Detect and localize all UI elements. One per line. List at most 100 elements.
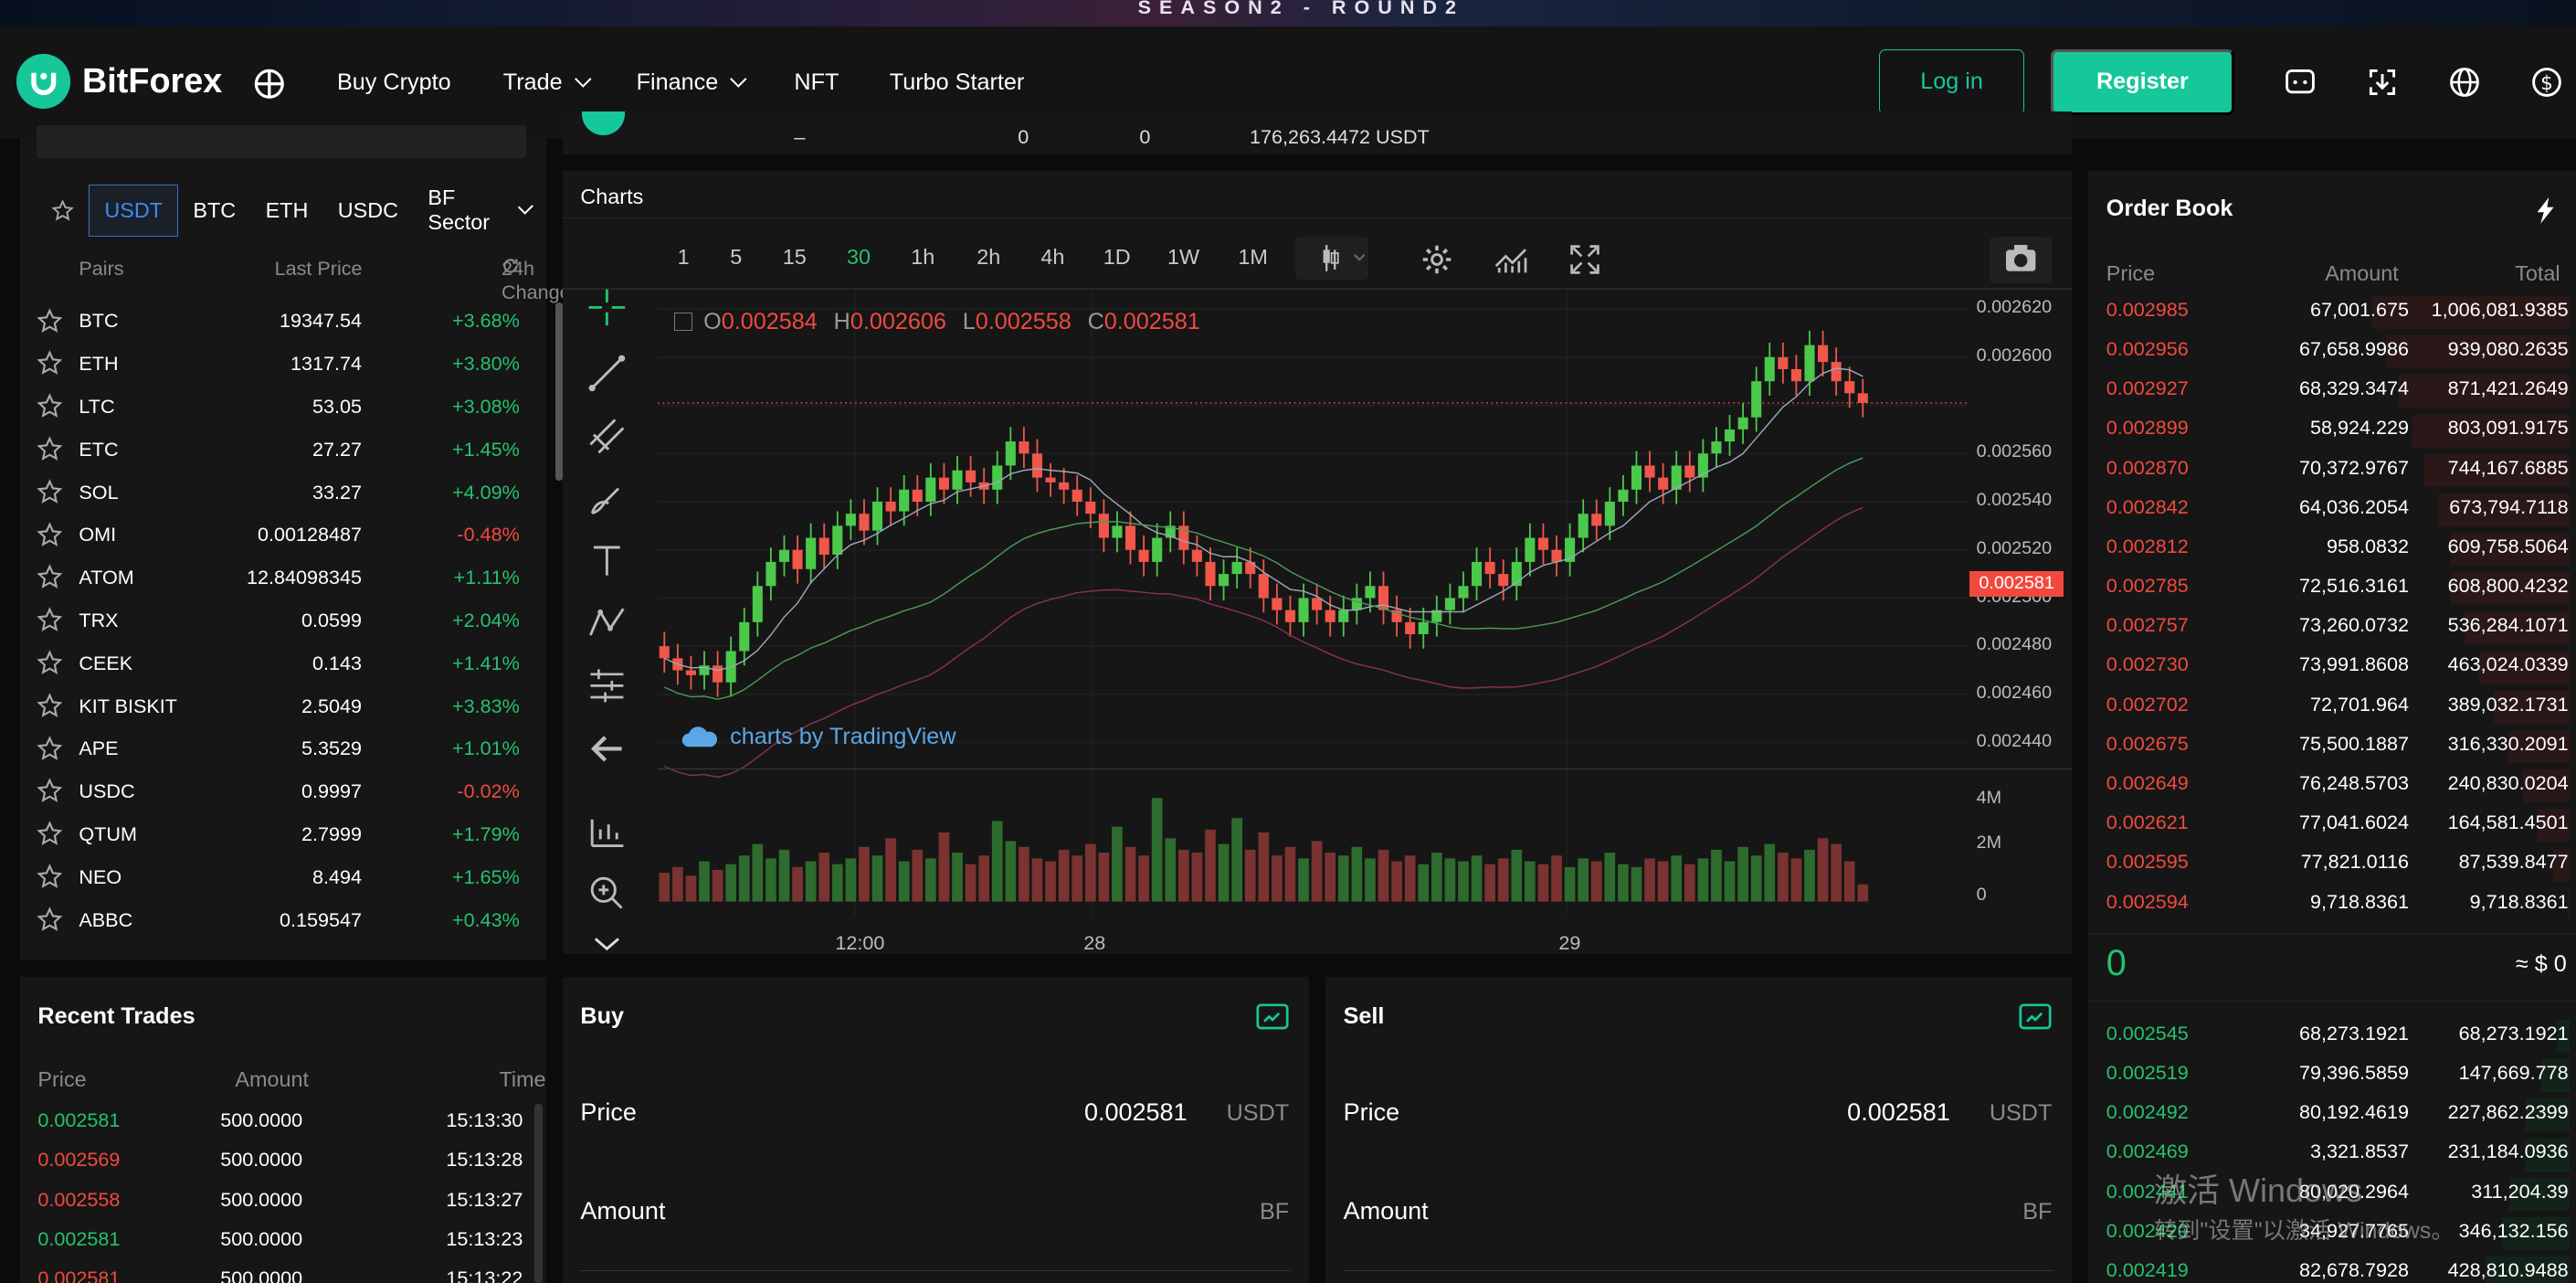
collapse-icon[interactable] xyxy=(673,313,692,332)
register-button[interactable]: Register xyxy=(2050,48,2235,115)
timeframe-4h[interactable]: 4h xyxy=(1040,245,1064,270)
sell-amount-input[interactable] xyxy=(1343,1269,2054,1283)
nav-turbo-starter[interactable]: Turbo Starter xyxy=(890,69,1024,96)
zoom-in-icon[interactable] xyxy=(586,872,628,915)
nav-nft[interactable]: NFT xyxy=(794,69,839,96)
trend-line-icon[interactable] xyxy=(586,352,628,395)
fullscreen-icon[interactable] xyxy=(1568,243,1601,276)
currency-icon[interactable]: $ xyxy=(2530,66,2563,99)
brush-icon[interactable] xyxy=(586,477,628,520)
star-icon[interactable] xyxy=(36,735,63,762)
ask-row[interactable]: 0.002594 9,718.8361 9,718.8361 xyxy=(2088,885,2576,924)
timeframe-15[interactable]: 15 xyxy=(783,245,807,270)
star-icon[interactable] xyxy=(36,436,63,462)
search-input[interactable] xyxy=(36,124,526,158)
ask-row[interactable]: 0.002757 73,260.0732 536,284.1071 xyxy=(2088,609,2576,648)
star-icon[interactable] xyxy=(36,607,63,633)
promo-banner[interactable]: SEASON2 - ROUND2 xyxy=(0,0,2576,27)
nav-finance[interactable]: Finance xyxy=(637,69,747,96)
timeframe-2h[interactable]: 2h xyxy=(977,245,1000,270)
fib-tool-icon[interactable] xyxy=(586,415,628,458)
bid-row[interactable]: 0.002519 79,396.5859 147,669.778 xyxy=(2088,1056,2576,1096)
pattern-icon[interactable] xyxy=(586,602,628,645)
tab-eth[interactable]: ETH xyxy=(250,185,322,238)
col-pairs[interactable]: Pairs xyxy=(79,257,123,281)
market-row[interactable]: USDC 0.9997 -0.02% xyxy=(20,775,546,818)
ask-row[interactable]: 0.002702 72,701.964 389,032.1731 xyxy=(2088,687,2576,726)
market-row[interactable]: ABBC 0.159547 +0.43% xyxy=(20,903,546,946)
timeframe-30[interactable]: 30 xyxy=(847,245,871,270)
timeframe-1D[interactable]: 1D xyxy=(1103,245,1131,270)
star-icon[interactable] xyxy=(36,864,63,890)
web3-icon[interactable] xyxy=(251,66,288,102)
ask-row[interactable]: 0.002649 76,248.5703 240,830.0204 xyxy=(2088,767,2576,806)
ask-row[interactable]: 0.002927 68,329.3474 871,421.2649 xyxy=(2088,372,2576,411)
download-icon[interactable] xyxy=(2366,66,2399,99)
star-icon[interactable] xyxy=(36,350,63,376)
lightning-icon[interactable] xyxy=(2534,196,2557,224)
settings-gear-icon[interactable] xyxy=(1420,243,1453,276)
market-row[interactable]: CEEK 0.143 +1.41% xyxy=(20,646,546,689)
star-icon[interactable] xyxy=(36,479,63,505)
timeframe-1[interactable]: 1 xyxy=(678,245,690,270)
scroll-down-icon[interactable] xyxy=(586,931,628,974)
tab-btc[interactable]: BTC xyxy=(178,185,250,238)
login-button[interactable]: Log in xyxy=(1879,48,2024,115)
ask-row[interactable]: 0.002675 75,500.1887 316,330.2091 xyxy=(2088,726,2576,766)
ask-row[interactable]: 0.002899 58,924.229 803,091.9175 xyxy=(2088,411,2576,451)
market-row[interactable]: ETH 1317.74 +3.80% xyxy=(20,347,546,390)
star-icon[interactable] xyxy=(36,521,63,548)
star-icon[interactable] xyxy=(36,693,63,719)
star-icon[interactable] xyxy=(36,564,63,590)
bid-row[interactable]: 0.002492 80,192.4619 227,862.2399 xyxy=(2088,1096,2576,1135)
nav-trade[interactable]: Trade xyxy=(503,69,592,96)
market-row[interactable]: LTC 53.05 +3.08% xyxy=(20,390,546,433)
globe-icon[interactable] xyxy=(2448,66,2481,99)
timeframe-1M[interactable]: 1M xyxy=(1238,245,1268,270)
ask-row[interactable]: 0.002621 77,041.6024 164,581.4501 xyxy=(2088,806,2576,845)
chat-icon[interactable] xyxy=(2284,66,2317,99)
indicator-bars-icon[interactable] xyxy=(586,810,628,853)
ask-row[interactable]: 0.002985 67,001.675 1,006,081.9385 xyxy=(2088,292,2576,332)
timeframe-1h[interactable]: 1h xyxy=(911,245,934,270)
ask-row[interactable]: 0.002842 64,036.2054 673,794.7118 xyxy=(2088,490,2576,529)
tab-usdc[interactable]: USDC xyxy=(323,185,414,238)
market-row[interactable]: KIT BISKIT 2.5049 +3.83% xyxy=(20,689,546,732)
favorites-tab[interactable] xyxy=(37,185,90,238)
buy-amount-input[interactable] xyxy=(580,1269,1291,1283)
tradingview-watermark[interactable]: charts by TradingView xyxy=(681,724,956,750)
ask-row[interactable]: 0.002785 72,516.3161 608,800.4232 xyxy=(2088,569,2576,609)
calculator-icon[interactable] xyxy=(2019,1003,2052,1033)
chart-type-button[interactable] xyxy=(1295,237,1368,280)
market-row[interactable]: SOL 33.27 +4.09% xyxy=(20,475,546,518)
market-row[interactable]: TRX 0.0599 +2.04% xyxy=(20,604,546,647)
price-chart[interactable] xyxy=(657,289,1970,915)
market-row[interactable]: ATOM 12.84098345 +1.11% xyxy=(20,561,546,604)
star-icon[interactable] xyxy=(36,393,63,419)
nav-buy-crypto[interactable]: Buy Crypto xyxy=(337,69,451,96)
col-change[interactable]: 24h Change xyxy=(501,257,571,303)
buy-price-input[interactable]: 0.002581 xyxy=(1084,1098,1188,1127)
indicators-icon[interactable] xyxy=(1493,243,1532,276)
recent-trades-scrollbar[interactable] xyxy=(533,1103,543,1283)
star-icon[interactable] xyxy=(36,650,63,676)
market-row[interactable]: APE 5.3529 +1.01% xyxy=(20,732,546,775)
market-row[interactable]: NEO 8.494 +1.65% xyxy=(20,860,546,903)
star-icon[interactable] xyxy=(36,307,63,334)
timeframe-1W[interactable]: 1W xyxy=(1167,245,1199,270)
ask-row[interactable]: 0.002956 67,658.9986 939,080.2635 xyxy=(2088,333,2576,372)
sell-price-input[interactable]: 0.002581 xyxy=(1847,1098,1950,1127)
tab-bf-sector[interactable]: BF Sector xyxy=(413,185,545,238)
col-last-price[interactable]: Last Price xyxy=(275,257,363,281)
ask-row[interactable]: 0.002812 958.0832 609,758.5064 xyxy=(2088,530,2576,569)
logo[interactable]: BitForex xyxy=(16,54,222,109)
market-row[interactable]: ETC 27.27 +1.45% xyxy=(20,432,546,475)
ask-row[interactable]: 0.002730 73,991.8608 463,024.0339 xyxy=(2088,648,2576,687)
screenshot-button[interactable] xyxy=(1989,237,2053,283)
timeframe-5[interactable]: 5 xyxy=(730,245,742,270)
back-arrow-icon[interactable] xyxy=(586,727,628,770)
star-icon[interactable] xyxy=(36,907,63,933)
text-tool-icon[interactable] xyxy=(586,539,628,582)
bid-row[interactable]: 0.002419 82,678.7928 428,810.9488 xyxy=(2088,1254,2576,1283)
crosshair-icon[interactable] xyxy=(586,286,628,329)
